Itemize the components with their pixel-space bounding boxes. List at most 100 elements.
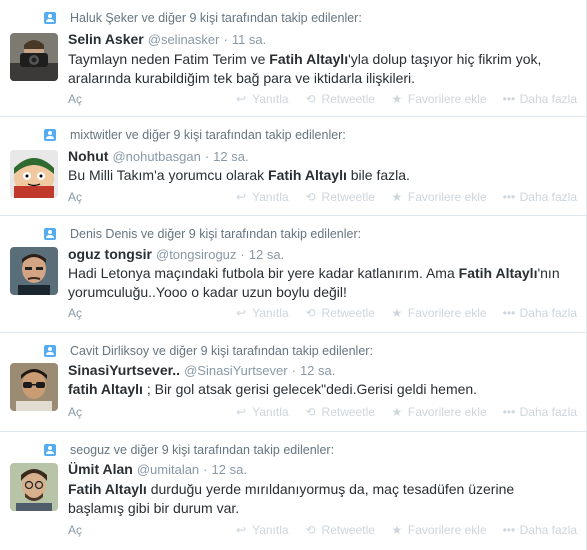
- timestamp[interactable]: 12 sa.: [213, 149, 248, 164]
- avatar[interactable]: [10, 363, 58, 411]
- avatar[interactable]: [10, 33, 58, 81]
- avatar-image: [10, 150, 58, 198]
- tweet-item[interactable]: seoguz ve diğer 9 kişi tarafından takip …: [0, 432, 587, 550]
- username[interactable]: @selinasker: [148, 32, 220, 47]
- retweet-button[interactable]: ⟲ Retweetle: [305, 405, 375, 419]
- tweet-text: Hadi Letonya maçındaki futbola bir yere …: [68, 264, 573, 302]
- context-text[interactable]: Haluk Şeker ve diğer 9 kişi tarafından t…: [70, 11, 362, 25]
- tweet-footer: Aç ↩ Yanıtla ⟲ Retweetle ★ Favorilere ekle …: [68, 190, 577, 206]
- timestamp[interactable]: 12 sa.: [300, 363, 335, 378]
- favorite-button[interactable]: ★ Favorilere ekle: [391, 523, 487, 537]
- user-icon: [44, 129, 56, 141]
- text-segment: Bu Milli Takım'a yorumcu olarak: [68, 167, 269, 183]
- star-icon: ★: [391, 190, 403, 204]
- context-line: seoguz ve diğer 9 kişi tarafından takip …: [44, 442, 334, 458]
- text-segment: Hadi Letonya maçındaki futbola bir yere …: [68, 265, 459, 281]
- open-link[interactable]: Aç: [68, 190, 82, 204]
- retweet-icon: ⟲: [305, 190, 316, 204]
- avatar[interactable]: [10, 247, 58, 295]
- user-icon: [44, 12, 56, 24]
- more-label: Daha fazla: [519, 523, 577, 537]
- reply-icon: ↩: [236, 523, 247, 537]
- more-button[interactable]: ••• Daha fazla: [503, 306, 577, 320]
- reply-button[interactable]: ↩ Yanıtla: [235, 405, 289, 419]
- avatar[interactable]: [10, 150, 58, 198]
- retweet-button[interactable]: ⟲ Retweetle: [305, 523, 375, 537]
- context-text[interactable]: mixtwitler ve diğer 9 kişi tarafından ta…: [70, 128, 346, 142]
- highlighted-text: fatih Altaylı: [68, 381, 143, 397]
- open-link[interactable]: Aç: [68, 92, 82, 106]
- avatar-image: [10, 463, 58, 511]
- more-button[interactable]: ••• Daha fazla: [503, 92, 577, 106]
- reply-icon: ↩: [236, 190, 247, 204]
- more-icon: •••: [502, 405, 516, 419]
- tweet-footer: Aç ↩ Yanıtla ⟲ Retweetle ★ Favorilere ekle …: [68, 405, 577, 421]
- retweet-label: Retweetle: [321, 306, 375, 320]
- fullname[interactable]: Selin Asker: [68, 31, 144, 47]
- more-button[interactable]: ••• Daha fazla: [503, 405, 577, 419]
- retweet-button[interactable]: ⟲ Retweetle: [305, 190, 375, 204]
- tweet-actions: ↩ Yanıtla ⟲ Retweetle ★ Favorilere ekle •••…: [219, 523, 577, 537]
- more-icon: •••: [502, 190, 516, 204]
- timestamp[interactable]: 12 sa.: [212, 462, 247, 477]
- separator-dot: ·: [223, 32, 228, 47]
- fullname[interactable]: Ümit Alan: [68, 461, 133, 477]
- favorite-button[interactable]: ★ Favorilere ekle: [391, 405, 487, 419]
- context-text[interactable]: Denis Denis ve diğer 9 kişi tarafından t…: [70, 227, 361, 241]
- tweet-item[interactable]: Cavit Dirliksoy ve diğer 9 kişi tarafınd…: [0, 333, 587, 432]
- fullname[interactable]: Nohut: [68, 148, 108, 164]
- avatar-image: [10, 247, 58, 295]
- star-icon: ★: [391, 405, 403, 419]
- username[interactable]: @umitalan: [137, 462, 199, 477]
- favorite-label: Favorilere ekle: [407, 523, 487, 537]
- tweet-item[interactable]: Denis Denis ve diğer 9 kişi tarafından t…: [0, 216, 587, 333]
- avatar-image: [10, 363, 58, 411]
- separator-dot: ·: [203, 462, 208, 477]
- open-link[interactable]: Aç: [68, 405, 82, 419]
- favorite-button[interactable]: ★ Favorilere ekle: [391, 306, 487, 320]
- reply-button[interactable]: ↩ Yanıtla: [235, 190, 289, 204]
- favorite-button[interactable]: ★ Favorilere ekle: [391, 190, 487, 204]
- tweet-header: SinasiYurtsever.. @SinasiYurtsever · 12 …: [68, 362, 335, 380]
- reply-label: Yanıtla: [252, 92, 289, 106]
- fullname[interactable]: oguz tongsir: [68, 246, 152, 262]
- tweet-text: Taymlayn neden Fatim Terim ve Fatih Alta…: [68, 50, 573, 88]
- username[interactable]: @nohutbasgan: [112, 149, 200, 164]
- open-link[interactable]: Aç: [68, 306, 82, 320]
- open-link[interactable]: Aç: [68, 523, 82, 537]
- timestamp[interactable]: 12 sa.: [249, 247, 284, 262]
- username[interactable]: @tongsiroguz: [156, 247, 236, 262]
- reply-label: Yanıtla: [252, 306, 289, 320]
- context-text[interactable]: Cavit Dirliksoy ve diğer 9 kişi tarafınd…: [70, 344, 373, 358]
- tweet-item[interactable]: mixtwitler ve diğer 9 kişi tarafından ta…: [0, 117, 587, 216]
- tweet-actions: ↩ Yanıtla ⟲ Retweetle ★ Favorilere ekle •••…: [219, 405, 577, 419]
- reply-button[interactable]: ↩ Yanıtla: [235, 306, 289, 320]
- fullname[interactable]: SinasiYurtsever..: [68, 362, 180, 378]
- more-label: Daha fazla: [519, 306, 577, 320]
- retweet-label: Retweetle: [321, 190, 375, 204]
- retweet-button[interactable]: ⟲ Retweetle: [305, 306, 375, 320]
- timestamp[interactable]: 11 sa.: [232, 32, 266, 47]
- more-button[interactable]: ••• Daha fazla: [503, 190, 577, 204]
- favorite-label: Favorilere ekle: [407, 190, 487, 204]
- reply-button[interactable]: ↩ Yanıtla: [235, 92, 289, 106]
- tweet-text: Fatih Altaylı durduğu yerde mırıldanıyor…: [68, 480, 573, 518]
- favorite-button[interactable]: ★ Favorilere ekle: [391, 92, 487, 106]
- avatar[interactable]: [10, 463, 58, 511]
- tweet-actions: ↩ Yanıtla ⟲ Retweetle ★ Favorilere ekle •••…: [219, 306, 577, 320]
- reply-label: Yanıtla: [252, 190, 289, 204]
- more-button[interactable]: ••• Daha fazla: [503, 523, 577, 537]
- reply-button[interactable]: ↩ Yanıtla: [235, 523, 289, 537]
- retweet-button[interactable]: ⟲ Retweetle: [305, 92, 375, 106]
- timeline: Haluk Şeker ve diğer 9 kişi tarafından t…: [0, 0, 587, 550]
- context-text[interactable]: seoguz ve diğer 9 kişi tarafından takip …: [70, 443, 334, 457]
- tweet-item[interactable]: Haluk Şeker ve diğer 9 kişi tarafından t…: [0, 0, 587, 117]
- retweet-icon: ⟲: [305, 306, 316, 320]
- tweet-header: Selin Asker @selinasker · 11 sa.: [68, 31, 266, 49]
- username[interactable]: @SinasiYurtsever: [184, 363, 288, 378]
- highlighted-text: Fatih Altaylı: [268, 167, 347, 183]
- text-segment: Taymlayn neden Fatim Terim ve: [68, 51, 270, 67]
- tweet-footer: Aç ↩ Yanıtla ⟲ Retweetle ★ Favorilere ekle …: [68, 92, 577, 108]
- tweet-header: Nohut @nohutbasgan · 12 sa.: [68, 148, 249, 166]
- highlighted-text: Fatih Altaylı: [458, 265, 538, 281]
